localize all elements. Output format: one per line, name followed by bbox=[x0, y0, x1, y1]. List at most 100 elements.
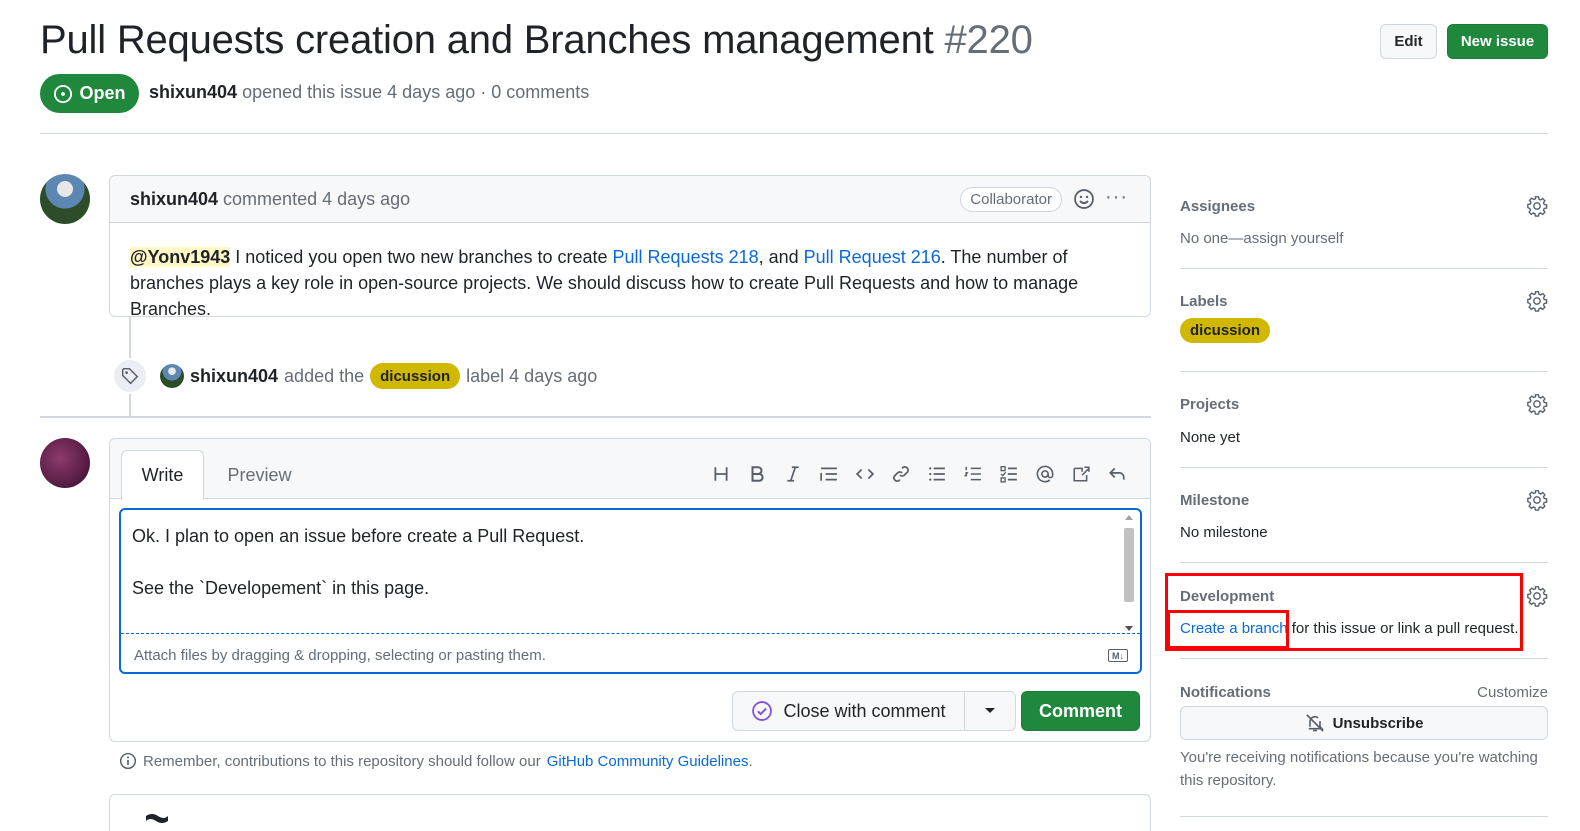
scrollbar-thumb[interactable] bbox=[1124, 528, 1134, 602]
comment-text-2: , and bbox=[758, 247, 804, 267]
gear-icon[interactable] bbox=[1526, 489, 1548, 511]
sidebar-divider bbox=[1180, 371, 1548, 372]
sidebar-divider bbox=[1180, 562, 1548, 563]
guidelines-text: Remember, contributions to this reposito… bbox=[143, 752, 541, 770]
label-event: shixun404 added the dicussion label 4 da… bbox=[160, 363, 597, 389]
comment-text-1: I noticed you open two new branches to c… bbox=[230, 247, 613, 267]
mention-icon[interactable] bbox=[1032, 461, 1058, 487]
quote-icon[interactable] bbox=[816, 461, 842, 487]
guidelines-note: Remember, contributions to this reposito… bbox=[119, 752, 753, 770]
community-guidelines-link[interactable]: GitHub Community Guidelines bbox=[547, 753, 749, 770]
issue-number: #220 bbox=[944, 18, 1033, 62]
tab-write[interactable]: Write bbox=[121, 450, 204, 500]
notifications-text: You're receiving notifications because y… bbox=[1180, 749, 1538, 789]
comment-button[interactable]: Comment bbox=[1021, 691, 1140, 731]
comment-body: @Yonv1943 I noticed you open two new bra… bbox=[130, 244, 1120, 322]
textarea-content[interactable]: Ok. I plan to open an issue before creat… bbox=[132, 523, 584, 601]
notifications-section: Notifications Customize Unsubscribe You'… bbox=[1180, 684, 1548, 804]
comment-author-link[interactable]: shixun404 bbox=[130, 189, 218, 210]
textarea-divider bbox=[121, 633, 1140, 634]
scroll-up-icon[interactable] bbox=[1125, 514, 1133, 520]
guidelines-period: . bbox=[748, 752, 753, 770]
new-issue-button[interactable]: New issue bbox=[1447, 24, 1548, 59]
event-author-link[interactable]: shixun404 bbox=[190, 366, 278, 387]
timeline-divider bbox=[40, 416, 1151, 418]
smiley-icon[interactable] bbox=[1073, 188, 1095, 210]
reply-icon[interactable] bbox=[1104, 461, 1130, 487]
comment-composer: Write Preview Ok. I plan to open an issu… bbox=[109, 438, 1151, 742]
comment-timestamp[interactable]: commented 4 days ago bbox=[223, 189, 410, 210]
issue-title: Pull Requests creation and Branches mana… bbox=[40, 18, 1033, 63]
issue-meta: shixun404 opened this issue 4 days ago ·… bbox=[149, 82, 589, 103]
scroll-down-icon[interactable] bbox=[1125, 626, 1133, 632]
avatar[interactable] bbox=[40, 438, 90, 488]
pr-216-link[interactable]: Pull Request 216 bbox=[804, 247, 941, 267]
bold-icon[interactable] bbox=[744, 461, 770, 487]
unsubscribe-label: Unsubscribe bbox=[1332, 714, 1424, 732]
comment-card: shixun404 commented 4 days ago Collabora… bbox=[109, 175, 1151, 319]
check-circle-icon bbox=[752, 701, 773, 721]
link-icon[interactable] bbox=[888, 461, 914, 487]
tag-event-badge bbox=[112, 358, 148, 394]
gear-icon[interactable] bbox=[1526, 393, 1548, 415]
sidebar-divider bbox=[1180, 268, 1548, 269]
close-options-dropdown[interactable] bbox=[964, 691, 1016, 731]
bell-slash-icon bbox=[1305, 714, 1324, 732]
close-button-label: Close with comment bbox=[783, 700, 946, 721]
edit-button[interactable]: Edit bbox=[1380, 24, 1437, 59]
status-badge: Open bbox=[40, 74, 139, 113]
code-icon[interactable] bbox=[852, 461, 878, 487]
unsubscribe-button[interactable]: Unsubscribe bbox=[1180, 706, 1548, 740]
milestone-title: Milestone bbox=[1180, 492, 1250, 509]
pr-218-link[interactable]: Pull Requests 218 bbox=[613, 247, 759, 267]
gear-icon[interactable] bbox=[1526, 290, 1548, 312]
comment-textarea[interactable]: Ok. I plan to open an issue before creat… bbox=[119, 508, 1142, 674]
kebab-menu-icon[interactable]: ··· bbox=[1105, 186, 1128, 209]
labels-title: Labels bbox=[1180, 293, 1228, 310]
milestone-section: Milestone No milestone bbox=[1180, 489, 1548, 542]
issue-author-link[interactable]: shixun404 bbox=[149, 82, 237, 102]
gear-icon[interactable] bbox=[1526, 585, 1548, 607]
issue-meta-text: opened this issue 4 days ago · 0 comment… bbox=[242, 82, 590, 102]
issue-open-icon bbox=[54, 84, 73, 103]
notifications-title: Notifications bbox=[1180, 684, 1271, 701]
task-list-icon[interactable] bbox=[996, 461, 1022, 487]
customize-link[interactable]: Customize bbox=[1477, 684, 1548, 701]
user-mention[interactable]: @Yonv1943 bbox=[130, 247, 231, 267]
assign-yourself-link[interactable]: No one—assign yourself bbox=[1180, 230, 1343, 247]
italic-icon[interactable] bbox=[780, 461, 806, 487]
sidebar-divider bbox=[1180, 816, 1548, 817]
textarea-scrollbar[interactable] bbox=[1122, 514, 1136, 632]
labels-section: Labels dicussion bbox=[1180, 290, 1548, 353]
comment-header: shixun404 commented 4 days ago Collabora… bbox=[110, 176, 1150, 223]
collaborator-badge: Collaborator bbox=[960, 187, 1062, 212]
annotation-box-create-branch bbox=[1167, 610, 1289, 649]
markdown-toolbar bbox=[708, 461, 1130, 487]
label-pill[interactable]: dicussion bbox=[1180, 318, 1271, 343]
heading-icon[interactable] bbox=[708, 461, 734, 487]
chevron-down-icon bbox=[985, 708, 995, 713]
projects-title: Projects bbox=[1180, 396, 1240, 413]
markdown-icon[interactable]: M↓ bbox=[1108, 649, 1128, 662]
sidebar-divider bbox=[1180, 658, 1548, 659]
assignees-section: Assignees No one—assign yourself bbox=[1180, 195, 1548, 248]
gear-icon[interactable] bbox=[1526, 195, 1548, 217]
ordered-list-icon[interactable] bbox=[960, 461, 986, 487]
event-post-text: label 4 days ago bbox=[466, 365, 598, 386]
projects-value: None yet bbox=[1180, 429, 1241, 446]
milestone-value: No milestone bbox=[1180, 524, 1268, 541]
flag-icon bbox=[146, 814, 168, 827]
avatar[interactable] bbox=[160, 364, 184, 388]
cross-reference-icon[interactable] bbox=[1068, 461, 1094, 487]
close-with-comment-button[interactable]: Close with comment bbox=[732, 691, 965, 731]
tab-preview[interactable]: Preview bbox=[217, 450, 302, 500]
next-timeline-card bbox=[109, 794, 1151, 831]
projects-section: Projects None yet bbox=[1180, 393, 1548, 446]
avatar[interactable] bbox=[40, 174, 90, 224]
info-icon bbox=[119, 752, 137, 770]
attach-files-hint[interactable]: Attach files by dragging & dropping, sel… bbox=[134, 647, 546, 664]
composer-tabs: Write Preview bbox=[110, 439, 1150, 500]
label-pill[interactable]: dicussion bbox=[370, 363, 461, 389]
tag-icon bbox=[121, 367, 139, 385]
unordered-list-icon[interactable] bbox=[924, 461, 950, 487]
